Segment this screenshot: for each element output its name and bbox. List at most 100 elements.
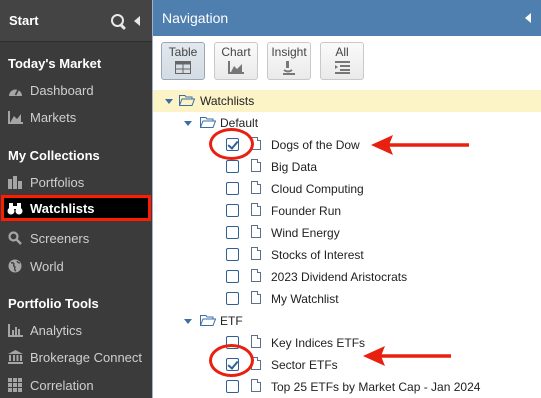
document-icon bbox=[251, 247, 261, 260]
section-portfolio-tools: Portfolio Tools bbox=[8, 296, 99, 311]
insight-button-label: Insight bbox=[271, 45, 307, 59]
highlight-circle bbox=[209, 344, 254, 377]
sidebar-item-markets[interactable]: Markets bbox=[0, 104, 152, 130]
watchlist-item[interactable]: Key Indices ETFs bbox=[153, 332, 541, 354]
sidebar-title: Start bbox=[9, 13, 39, 28]
chart-button-label: Chart bbox=[221, 45, 251, 59]
watchlist-checkbox[interactable] bbox=[226, 204, 239, 217]
sidebar-item-label: Brokerage Connect bbox=[30, 349, 143, 365]
watchlist-item[interactable]: 2023 Dividend Aristocrats bbox=[153, 266, 541, 288]
search-icon[interactable] bbox=[110, 13, 126, 29]
watchlist-label: 2023 Dividend Aristocrats bbox=[271, 270, 408, 284]
sidebar-item-label: Screeners bbox=[30, 230, 90, 246]
section-todays-market: Today's Market bbox=[8, 56, 102, 71]
markets-chart-icon bbox=[7, 109, 23, 125]
watchlist-label: Sector ETFs bbox=[271, 358, 338, 372]
watchlist-checkbox[interactable] bbox=[226, 160, 239, 173]
expand-triangle-icon[interactable] bbox=[184, 121, 192, 126]
table-icon bbox=[175, 61, 191, 77]
list-icon bbox=[334, 61, 350, 77]
watchlist-checkbox[interactable] bbox=[226, 248, 239, 261]
watchlist-item[interactable]: Founder Run bbox=[153, 200, 541, 222]
arrow-annotation-icon bbox=[363, 346, 451, 366]
document-icon bbox=[251, 379, 261, 392]
sidebar-item-dashboard[interactable]: Dashboard bbox=[0, 77, 152, 103]
chart-view-button[interactable]: Chart bbox=[214, 42, 258, 80]
sidebar-item-brokerage-connect[interactable]: Brokerage Connect bbox=[0, 344, 152, 370]
table-view-button[interactable]: Table bbox=[161, 42, 205, 80]
navigation-panel: Navigation Table Chart Insight All Watch… bbox=[152, 0, 541, 398]
watchlist-item[interactable]: My Watchlist bbox=[153, 288, 541, 310]
watchlist-checkbox[interactable] bbox=[226, 380, 239, 393]
watchlist-checkbox[interactable] bbox=[226, 226, 239, 239]
watchlist-label: My Watchlist bbox=[271, 292, 339, 306]
document-icon bbox=[251, 181, 261, 194]
watchlist-label: Top 25 ETFs by Market Cap - Jan 2024 bbox=[271, 380, 481, 394]
watchlist-checkbox[interactable] bbox=[226, 182, 239, 195]
watchlist-label: Cloud Computing bbox=[271, 182, 364, 196]
watchlist-label: Big Data bbox=[271, 160, 318, 174]
watchlist-label: Key Indices ETFs bbox=[271, 336, 366, 350]
watchlist-item[interactable]: Stocks of Interest bbox=[153, 244, 541, 266]
document-icon bbox=[251, 203, 261, 216]
collapse-left-icon[interactable] bbox=[134, 15, 140, 26]
section-my-collections: My Collections bbox=[8, 148, 100, 163]
folder-icon bbox=[179, 95, 195, 106]
watchlist-item[interactable]: Cloud Computing bbox=[153, 178, 541, 200]
sidebar-item-screeners[interactable]: Screeners bbox=[0, 225, 152, 251]
tree-node-watchlists[interactable]: Watchlists bbox=[153, 90, 541, 112]
watchlist-label: Dogs of the Dow bbox=[271, 138, 360, 152]
dashboard-icon bbox=[7, 82, 23, 98]
watchlist-item[interactable]: Top 25 ETFs by Market Cap - Jan 2024 bbox=[153, 376, 541, 398]
bank-icon bbox=[7, 349, 23, 365]
sidebar-item-correlation[interactable]: Correlation bbox=[0, 372, 152, 398]
sidebar-item-analytics[interactable]: Analytics bbox=[0, 317, 152, 343]
document-icon bbox=[251, 159, 261, 172]
portfolio-icon bbox=[7, 174, 23, 190]
insight-view-button[interactable]: Insight bbox=[267, 42, 311, 80]
sidebar-item-label: Portfolios bbox=[30, 174, 85, 190]
watchlist-item[interactable]: Wind Energy bbox=[153, 222, 541, 244]
view-toolbar: Table Chart Insight All bbox=[153, 36, 541, 86]
sidebar-item-label: Markets bbox=[30, 109, 77, 125]
tree-node-etf[interactable]: ETF bbox=[153, 310, 541, 332]
collapse-left-icon[interactable] bbox=[525, 13, 531, 23]
sidebar-item-label: World bbox=[30, 258, 64, 274]
all-view-button[interactable]: All bbox=[320, 42, 364, 80]
watchlist-checkbox[interactable] bbox=[226, 270, 239, 283]
watchlist-label: Founder Run bbox=[271, 204, 342, 218]
document-icon bbox=[251, 225, 261, 238]
globe-icon bbox=[7, 258, 23, 274]
sidebar-item-portfolios[interactable]: Portfolios bbox=[0, 169, 152, 195]
watchlist-label: Wind Energy bbox=[271, 226, 340, 240]
arrow-annotation-icon bbox=[371, 135, 469, 155]
watchlist-label: Stocks of Interest bbox=[271, 248, 364, 262]
document-icon bbox=[251, 269, 261, 282]
document-icon bbox=[251, 291, 261, 304]
sidebar: Start Today's Market Dashboard Markets M… bbox=[0, 0, 152, 398]
grid-icon bbox=[7, 377, 23, 393]
sidebar-item-label: Watchlists bbox=[30, 200, 95, 216]
tree-label: Watchlists bbox=[200, 94, 255, 108]
sidebar-item-label: Dashboard bbox=[30, 82, 94, 98]
expand-triangle-icon[interactable] bbox=[165, 99, 173, 104]
all-button-label: All bbox=[335, 45, 349, 59]
document-icon bbox=[251, 335, 261, 348]
sidebar-item-world[interactable]: World bbox=[0, 253, 152, 279]
watchlist-checkbox[interactable] bbox=[226, 292, 239, 305]
search-icon bbox=[7, 230, 23, 246]
folder-icon bbox=[200, 315, 216, 326]
tree-node-default[interactable]: Default bbox=[153, 112, 541, 134]
watchlist-item[interactable]: Big Data bbox=[153, 156, 541, 178]
sidebar-header: Start bbox=[0, 0, 152, 42]
binoculars-icon bbox=[7, 200, 23, 216]
sidebar-item-watchlists[interactable]: Watchlists bbox=[1, 195, 151, 221]
chart-icon bbox=[228, 61, 244, 77]
navigation-header: Navigation bbox=[153, 0, 541, 36]
microscope-icon bbox=[282, 61, 296, 79]
expand-triangle-icon[interactable] bbox=[184, 319, 192, 324]
navigation-title: Navigation bbox=[162, 10, 229, 26]
sidebar-item-label: Analytics bbox=[30, 322, 83, 338]
folder-icon bbox=[200, 117, 216, 128]
table-button-label: Table bbox=[168, 45, 198, 59]
